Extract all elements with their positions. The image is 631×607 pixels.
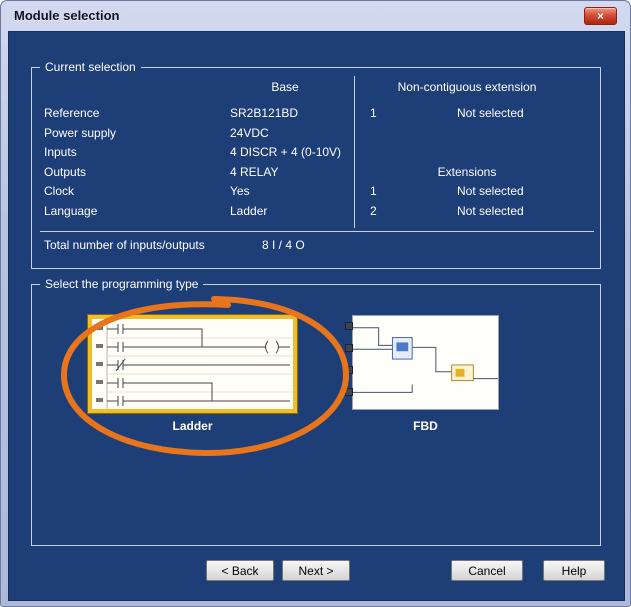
window-title: Module selection [14,8,120,23]
extension-1-status: Not selected [457,184,524,198]
cancel-button[interactable]: Cancel [451,560,523,581]
title-bar: Module selection × [1,1,630,31]
next-button[interactable]: Next > [282,560,350,581]
non-contiguous-row-status: Not selected [457,106,524,120]
value-power-supply: 24VDC [230,126,269,140]
extension-2-status: Not selected [457,204,524,218]
label-inputs: Inputs [44,145,77,159]
extension-2-index: 2 [370,204,377,218]
total-io-value: 8 I / 4 O [262,238,305,252]
extension-1-index: 1 [370,184,377,198]
label-language: Language [44,204,98,218]
value-clock: Yes [230,184,250,198]
dialog-body: Current selection Base Reference SR2B121… [8,31,625,601]
module-selection-dialog: Module selection × Current selection Bas… [0,0,631,607]
column-divider [354,76,355,228]
fbd-pin-icon [345,388,353,396]
ladder-diagram-icon [92,319,293,409]
help-button[interactable]: Help [543,560,605,581]
close-icon: × [596,8,604,23]
fbd-diagram-icon [353,316,498,409]
value-outputs: 4 RELAY [230,165,279,179]
label-outputs: Outputs [44,165,87,179]
current-selection-legend: Current selection [40,60,141,75]
ladder-option-tile[interactable] [88,315,297,413]
fbd-option-label[interactable]: FBD [352,419,499,433]
programming-type-legend: Select the programming type [40,277,204,292]
close-button[interactable]: × [584,7,617,25]
label-power-supply: Power supply [44,126,117,140]
non-contiguous-row-index: 1 [370,106,377,120]
fbd-pin-icon [345,344,353,352]
non-contiguous-header: Non-contiguous extension [397,80,537,94]
fbd-pin-icon [345,322,353,330]
label-reference: Reference [44,106,100,120]
value-inputs: 4 DISCR + 4 (0-10V) [230,145,342,159]
base-header: Base [271,80,299,94]
label-clock: Clock [44,184,75,198]
back-button[interactable]: < Back [206,560,274,581]
fbd-pin-icon [345,366,353,374]
total-divider [40,231,594,232]
value-reference: SR2B121BD [230,106,299,120]
total-io-label: Total number of inputs/outputs [44,238,205,252]
value-language: Ladder [230,204,268,218]
current-selection-group: Current selection Base Reference SR2B121… [31,60,601,269]
extensions-header: Extensions [437,165,497,179]
programming-type-group: Select the programming type Ladder FBD [31,277,601,546]
ladder-option-label[interactable]: Ladder [88,419,297,433]
fbd-option-tile[interactable] [345,315,499,410]
